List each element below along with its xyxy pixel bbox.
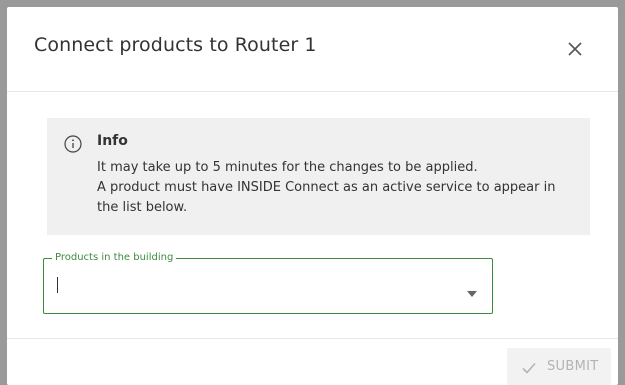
info-icon xyxy=(64,135,82,153)
info-box: Info It may take up to 5 minutes for the… xyxy=(47,118,590,235)
submit-label: SUBMIT xyxy=(547,359,599,374)
products-select[interactable]: Products in the building xyxy=(43,252,493,314)
dialog-header: Connect products to Router 1 xyxy=(7,7,618,92)
info-text-line: It may take up to 5 minutes for the chan… xyxy=(97,160,478,175)
check-icon xyxy=(521,360,537,374)
text-cursor xyxy=(57,277,58,293)
dropdown-arrow-icon[interactable] xyxy=(467,282,477,297)
dialog-title: Connect products to Router 1 xyxy=(34,34,317,56)
info-text-line: A product must have INSIDE Connect as an… xyxy=(97,180,556,195)
dialog-footer: SUBMIT xyxy=(7,338,618,385)
close-icon[interactable] xyxy=(563,37,587,61)
info-text-line: the list below. xyxy=(97,200,188,215)
info-title: Info xyxy=(97,133,128,149)
submit-button[interactable]: SUBMIT xyxy=(507,348,611,385)
products-select-label: Products in the building xyxy=(52,252,177,264)
connect-products-dialog: Connect products to Router 1 Info It may… xyxy=(7,7,618,385)
